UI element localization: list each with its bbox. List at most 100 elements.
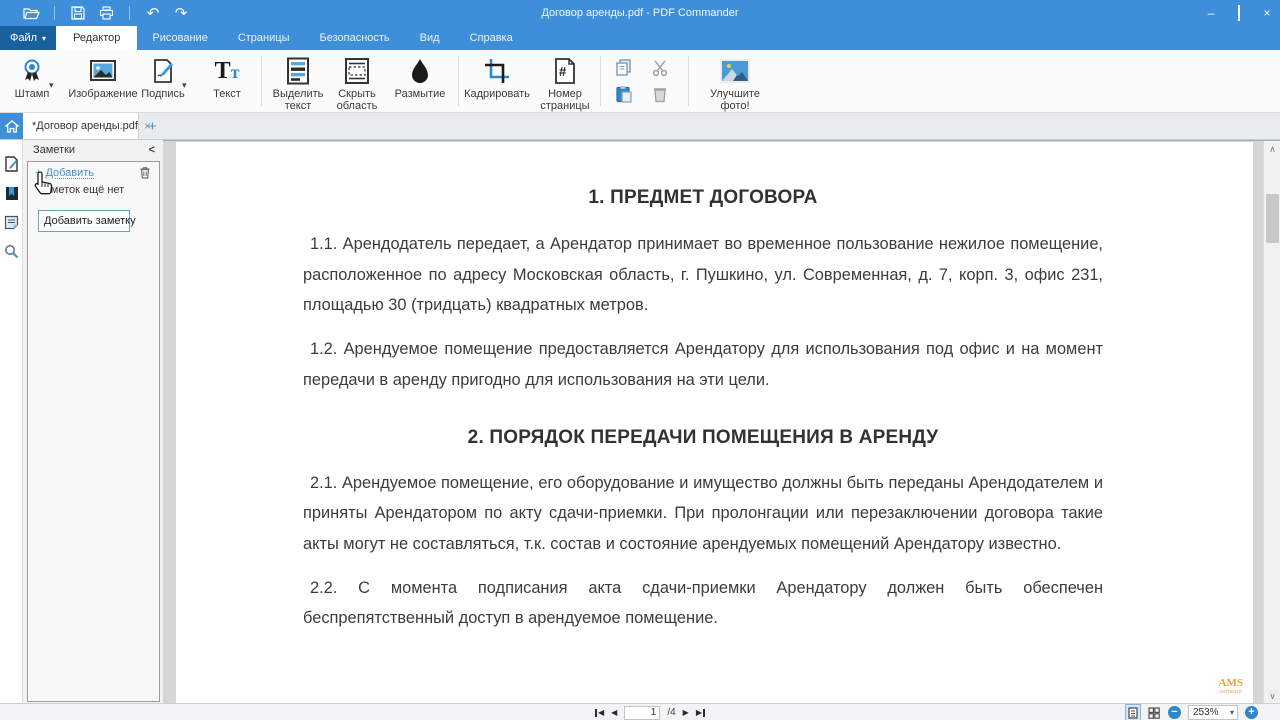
titlebar-separator (129, 6, 130, 20)
ams-watermark: AMS software (1219, 679, 1243, 697)
toolbar-separator (600, 56, 601, 106)
sidebar-bookmarks-button[interactable] (0, 181, 23, 205)
stamp-label: Штамп (0, 88, 70, 100)
enhance-photo-label: Улучшите фото! (697, 88, 773, 112)
paragraph-2-1: 2.1. Арендуемое помещение, его оборудова… (303, 468, 1103, 560)
title-bar: ↶ ↷ Договор аренды.pdf - PDF Commander –… (0, 0, 1280, 26)
notes-panel-title: Заметки (33, 144, 75, 156)
notes-list-box: + Добавить Заметок ещё нет Добавить заме… (27, 161, 160, 702)
multi-page-view-button[interactable] (1147, 705, 1161, 720)
text-icon: Tт (189, 54, 265, 88)
maximize-icon (1238, 5, 1240, 21)
menu-bar: Файл ▾ Редактор Рисование Страницы Безоп… (0, 26, 1280, 50)
tab-document[interactable]: *Договор аренды.pdf × (23, 113, 139, 139)
page-number-tool[interactable]: # Номер страницы (527, 54, 603, 112)
svg-text:#: # (559, 64, 567, 79)
toolbar-separator (688, 56, 689, 106)
signature-dropdown-icon[interactable]: ▾ (182, 80, 187, 91)
maximize-button[interactable] (1232, 6, 1246, 20)
page-number-icon: # (527, 54, 603, 88)
search-icon (4, 244, 19, 259)
next-page-button[interactable]: ▶ (683, 709, 689, 717)
notes-panel: Заметки < + Добавить Заметок ещё нет Доб… (23, 140, 163, 703)
home-button[interactable] (0, 113, 23, 139)
menu-tab-editor[interactable]: Редактор (56, 26, 137, 50)
menu-file[interactable]: Файл ▾ (0, 26, 56, 50)
sidebar-search-button[interactable] (0, 239, 23, 263)
save-icon[interactable] (67, 3, 89, 23)
cut-icon[interactable] (651, 59, 669, 80)
page-navigation: ◀ ◀ /4 ▶ ▶ (595, 704, 705, 720)
enhance-photo-icon (697, 54, 773, 88)
blur-label: Размытие (382, 88, 458, 100)
page-total-label: /4 (667, 707, 675, 718)
editor-toolbar: Штамп ▾ Изображение Подпись ▾ Tт Текст В… (0, 50, 1280, 113)
last-page-button[interactable]: ▶ (696, 709, 705, 717)
window-title: Договор аренды.pdf - PDF Commander (0, 7, 1280, 19)
menu-tab-drawing[interactable]: Рисование (137, 26, 222, 50)
enhance-photo-tool[interactable]: Улучшите фото! (697, 54, 773, 112)
collapse-panel-icon[interactable]: < (149, 144, 155, 156)
page-number-label: Номер страницы (527, 88, 603, 112)
document-tab-bar: *Договор аренды.pdf × + (0, 113, 1280, 140)
blur-tool[interactable]: Размытие (382, 54, 458, 100)
first-page-button[interactable]: ◀ (595, 709, 604, 717)
text-label: Текст (189, 88, 265, 100)
vertical-scrollbar[interactable]: ∧ ∨ (1263, 141, 1280, 704)
bookmark-icon (5, 186, 19, 201)
status-bar: ◀ ◀ /4 ▶ ▶ − 253% ▾ + (0, 703, 1280, 720)
sidebar-pages-button[interactable] (0, 152, 23, 176)
pdf-page[interactable]: 1. ПРЕДМЕТ ДОГОВОРА 1.1. Арендодатель пе… (176, 142, 1253, 703)
scroll-up-icon[interactable]: ∧ (1264, 141, 1280, 157)
notes-icon (4, 215, 19, 230)
menu-tab-view[interactable]: Вид (405, 26, 455, 50)
delete-icon[interactable] (652, 85, 668, 106)
zoom-controls: − 253% ▾ + (1126, 704, 1258, 720)
stamp-dropdown-icon[interactable]: ▾ (49, 80, 54, 91)
zoom-level-select[interactable]: 253% ▾ (1188, 705, 1238, 720)
delete-note-icon[interactable] (139, 166, 151, 182)
minimize-button[interactable]: – (1204, 6, 1218, 20)
crop-icon (459, 54, 535, 88)
paragraph-1-1: 1.1. Арендодатель передает, а Арендатор … (303, 229, 1103, 321)
previous-page-button[interactable]: ◀ (611, 709, 617, 717)
crop-tool[interactable]: Кадрировать (459, 54, 535, 100)
home-icon (5, 120, 19, 133)
close-button[interactable]: × (1260, 6, 1274, 20)
tab-title: *Договор аренды.pdf (32, 120, 138, 132)
page-number-input[interactable] (624, 706, 660, 720)
paragraph-1-2: 1.2. Арендуемое помещение предоставляетс… (303, 334, 1103, 395)
document-viewport: 1. ПРЕДМЕТ ДОГОВОРА 1.1. Арендодатель пе… (163, 140, 1280, 703)
text-tool[interactable]: Tт Текст (189, 54, 265, 100)
section-heading-2: 2. ПОРЯДОК ПЕРЕДАЧИ ПОМЕЩЕНИЯ В АРЕНДУ (303, 427, 1103, 449)
hand-cursor-icon (31, 170, 55, 201)
menu-tab-security[interactable]: Безопасность (304, 26, 404, 50)
section-heading-1: 1. ПРЕДМЕТ ДОГОВОРА (303, 187, 1103, 209)
stamp-tool[interactable]: Штамп (0, 54, 70, 100)
watermark-subtext: software (1219, 688, 1243, 697)
redo-icon[interactable]: ↷ (170, 3, 192, 23)
menu-tab-help[interactable]: Справка (455, 26, 528, 50)
chevron-down-icon: ▾ (1230, 708, 1234, 717)
copy-icon[interactable] (615, 59, 633, 80)
sidebar-notes-button[interactable] (0, 210, 23, 234)
stamp-icon (0, 54, 70, 88)
paragraph-2-2: 2.2. С момента подписания акта сдачи-при… (303, 573, 1103, 634)
titlebar-separator (54, 6, 55, 20)
open-file-icon[interactable] (20, 3, 42, 23)
clipboard-group (606, 56, 678, 108)
crop-label: Кадрировать (459, 88, 535, 100)
paste-icon[interactable] (615, 85, 633, 106)
zoom-out-button[interactable]: − (1168, 706, 1181, 719)
menu-tab-pages[interactable]: Страницы (223, 26, 305, 50)
undo-icon[interactable]: ↶ (142, 3, 164, 23)
new-tab-button[interactable]: + (139, 113, 166, 139)
single-page-view-button[interactable] (1126, 705, 1140, 720)
print-icon[interactable] (95, 3, 117, 23)
zoom-in-button[interactable]: + (1245, 706, 1258, 719)
add-note-tooltip: Добавить заметку (38, 210, 130, 232)
page-edit-icon (4, 156, 19, 172)
scrollbar-thumb[interactable] (1266, 194, 1279, 243)
scroll-down-icon[interactable]: ∨ (1264, 688, 1280, 704)
left-sidebar (0, 140, 23, 703)
